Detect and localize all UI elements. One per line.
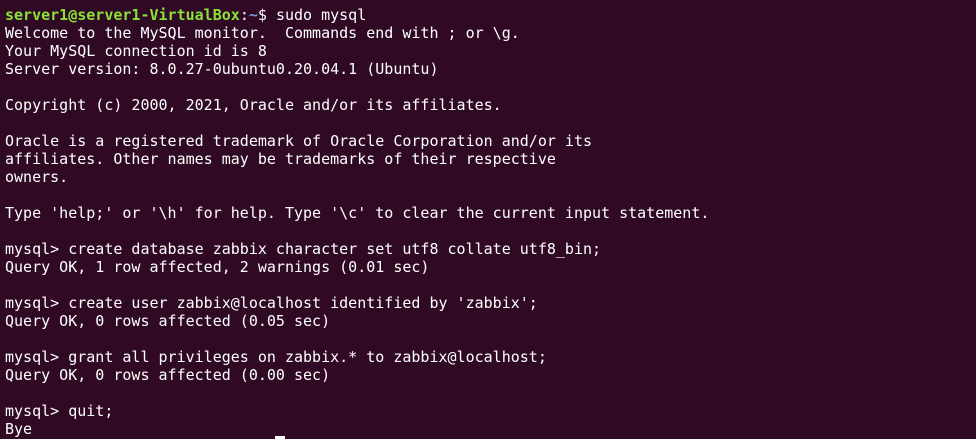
output-line: affiliates. Other names may be trademark… <box>5 150 556 168</box>
query-result-line: Query OK, 0 rows affected (0.05 sec) <box>5 312 331 330</box>
prompt-path: ~ <box>248 6 258 24</box>
output-line: Copyright (c) 2000, 2021, Oracle and/or … <box>5 96 502 114</box>
output-line: Your MySQL connection id is 8 <box>5 42 267 60</box>
prompt-colon: : <box>239 6 249 24</box>
mysql-command-line: mysql> grant all privileges on zabbix.* … <box>5 348 547 366</box>
mysql-command-line: mysql> quit; <box>5 402 114 420</box>
output-line: Server version: 8.0.27-0ubuntu0.20.04.1 … <box>5 60 439 78</box>
output-line: Bye <box>5 420 33 438</box>
prompt-user-host: server1@server1-VirtualBox <box>5 6 240 24</box>
terminal-window[interactable]: server1@server1-VirtualBox:~$ sudo mysql… <box>0 0 976 439</box>
query-result-line: Query OK, 1 row affected, 2 warnings (0.… <box>5 258 430 276</box>
shell-prompt-line: server1@server1-VirtualBox:~$ sudo mysql <box>5 6 976 24</box>
output-line: owners. <box>5 168 69 186</box>
output-line: Type 'help;' or '\h' for help. Type '\c'… <box>5 204 710 222</box>
prompt-command: sudo mysql <box>275 6 367 24</box>
output-line: Oracle is a registered trademark of Orac… <box>5 132 592 150</box>
mysql-command-line: mysql> create database zabbix character … <box>5 240 602 258</box>
mysql-command-line: mysql> create user zabbix@localhost iden… <box>5 294 538 312</box>
query-result-line: Query OK, 0 rows affected (0.00 sec) <box>5 366 331 384</box>
output-line: Welcome to the MySQL monitor. Commands e… <box>5 24 520 42</box>
prompt-symbol: $ <box>257 6 276 24</box>
